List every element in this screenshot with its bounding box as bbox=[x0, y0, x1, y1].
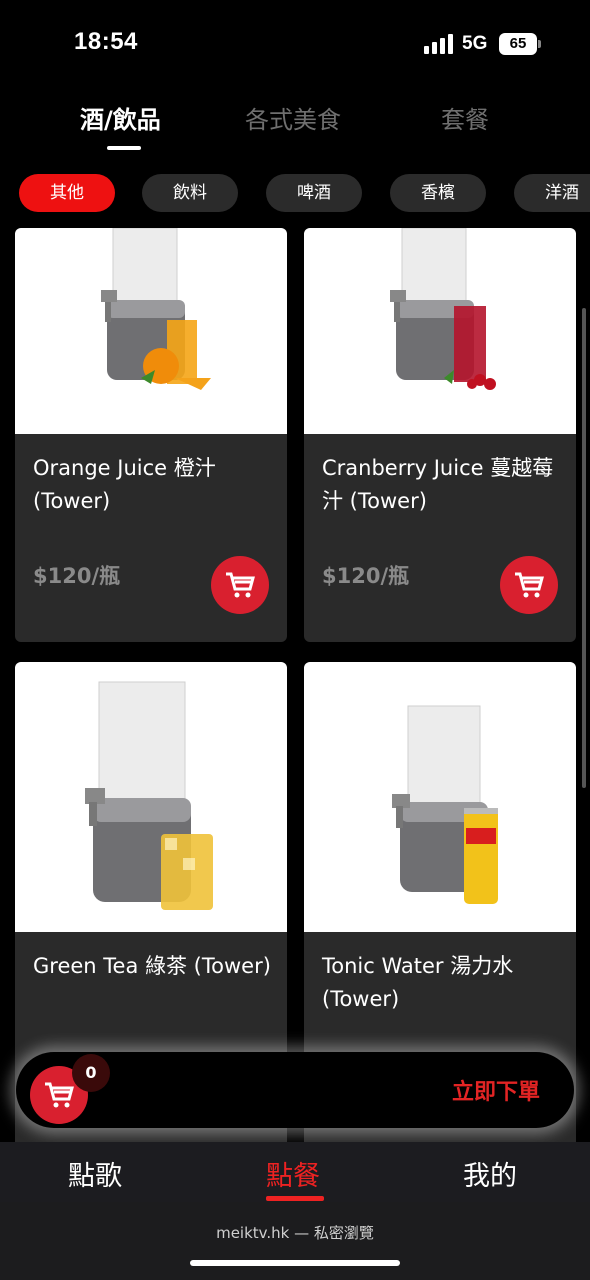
nav-order-food[interactable]: 點餐 bbox=[266, 1154, 320, 1193]
product-card[interactable]: Cranberry Juice 蔓越莓汁 (Tower) $120/瓶 bbox=[304, 228, 576, 642]
chip-spirits[interactable]: 洋酒 bbox=[514, 174, 590, 212]
tab-active-indicator bbox=[107, 146, 141, 150]
status-time: 18:54 bbox=[74, 28, 138, 55]
product-price: $120/瓶 bbox=[33, 564, 121, 588]
bottom-nav: 點歌 點餐 我的 bbox=[0, 1142, 590, 1202]
product-name: Orange Juice 橙汁 (Tower) bbox=[33, 456, 216, 513]
browser-url[interactable]: meiktv.hk — 私密瀏覽 bbox=[0, 1222, 590, 1243]
subcategory-chips: 其他 飲料 啤酒 香檳 洋酒 bbox=[0, 172, 590, 216]
nav-karaoke[interactable]: 點歌 bbox=[68, 1154, 122, 1193]
chip-beverages[interactable]: 飲料 bbox=[142, 174, 238, 212]
signal-icon bbox=[424, 34, 454, 54]
browser-footer: meiktv.hk — 私密瀏覽 bbox=[0, 1202, 590, 1280]
add-to-cart-button[interactable] bbox=[500, 556, 558, 614]
cart-count-badge: 0 bbox=[72, 1054, 110, 1092]
tonic-tower-icon bbox=[392, 705, 498, 904]
add-to-cart-button[interactable] bbox=[211, 556, 269, 614]
juice-tower-icon bbox=[390, 228, 496, 390]
product-image bbox=[304, 228, 576, 434]
home-indicator[interactable] bbox=[190, 1260, 400, 1266]
product-name: Tonic Water 湯力水 (Tower) bbox=[322, 954, 514, 1011]
battery-icon: 65 bbox=[499, 33, 537, 55]
battery-tip bbox=[538, 40, 541, 48]
cart-icon bbox=[45, 1082, 74, 1108]
order-bar[interactable]: 0 立即下單 bbox=[16, 1052, 574, 1128]
product-name: Green Tea 綠茶 (Tower) bbox=[33, 954, 271, 978]
cart-icon bbox=[515, 572, 544, 598]
product-image bbox=[304, 662, 576, 932]
chip-beer[interactable]: 啤酒 bbox=[266, 174, 362, 212]
product-grid: Orange Juice 橙汁 (Tower) $120/瓶 Cranberry… bbox=[0, 228, 590, 1144]
chip-champagne[interactable]: 香檳 bbox=[390, 174, 486, 212]
tab-drinks[interactable]: 酒/飲品 bbox=[80, 100, 161, 135]
product-price: $120/瓶 bbox=[322, 564, 410, 588]
nav-active-indicator bbox=[266, 1196, 324, 1201]
chip-other[interactable]: 其他 bbox=[19, 174, 115, 212]
order-now-button[interactable]: 立即下單 bbox=[452, 1074, 540, 1106]
nav-me[interactable]: 我的 bbox=[463, 1154, 517, 1193]
status-bar: 18:54 5G 65 bbox=[0, 0, 590, 88]
tab-food[interactable]: 各式美食 bbox=[245, 100, 341, 135]
scrollbar[interactable] bbox=[582, 308, 586, 788]
product-image bbox=[15, 662, 287, 932]
network-type: 5G bbox=[462, 33, 488, 54]
product-name: Cranberry Juice 蔓越莓汁 (Tower) bbox=[322, 456, 554, 513]
cart-icon bbox=[226, 572, 255, 598]
juice-tower-icon bbox=[101, 228, 211, 390]
top-tabs: 酒/飲品 各式美食 套餐 bbox=[0, 92, 590, 152]
product-image bbox=[15, 228, 287, 434]
product-card[interactable]: Orange Juice 橙汁 (Tower) $120/瓶 bbox=[15, 228, 287, 642]
tea-tower-icon bbox=[85, 681, 213, 910]
tab-sets[interactable]: 套餐 bbox=[441, 100, 489, 135]
